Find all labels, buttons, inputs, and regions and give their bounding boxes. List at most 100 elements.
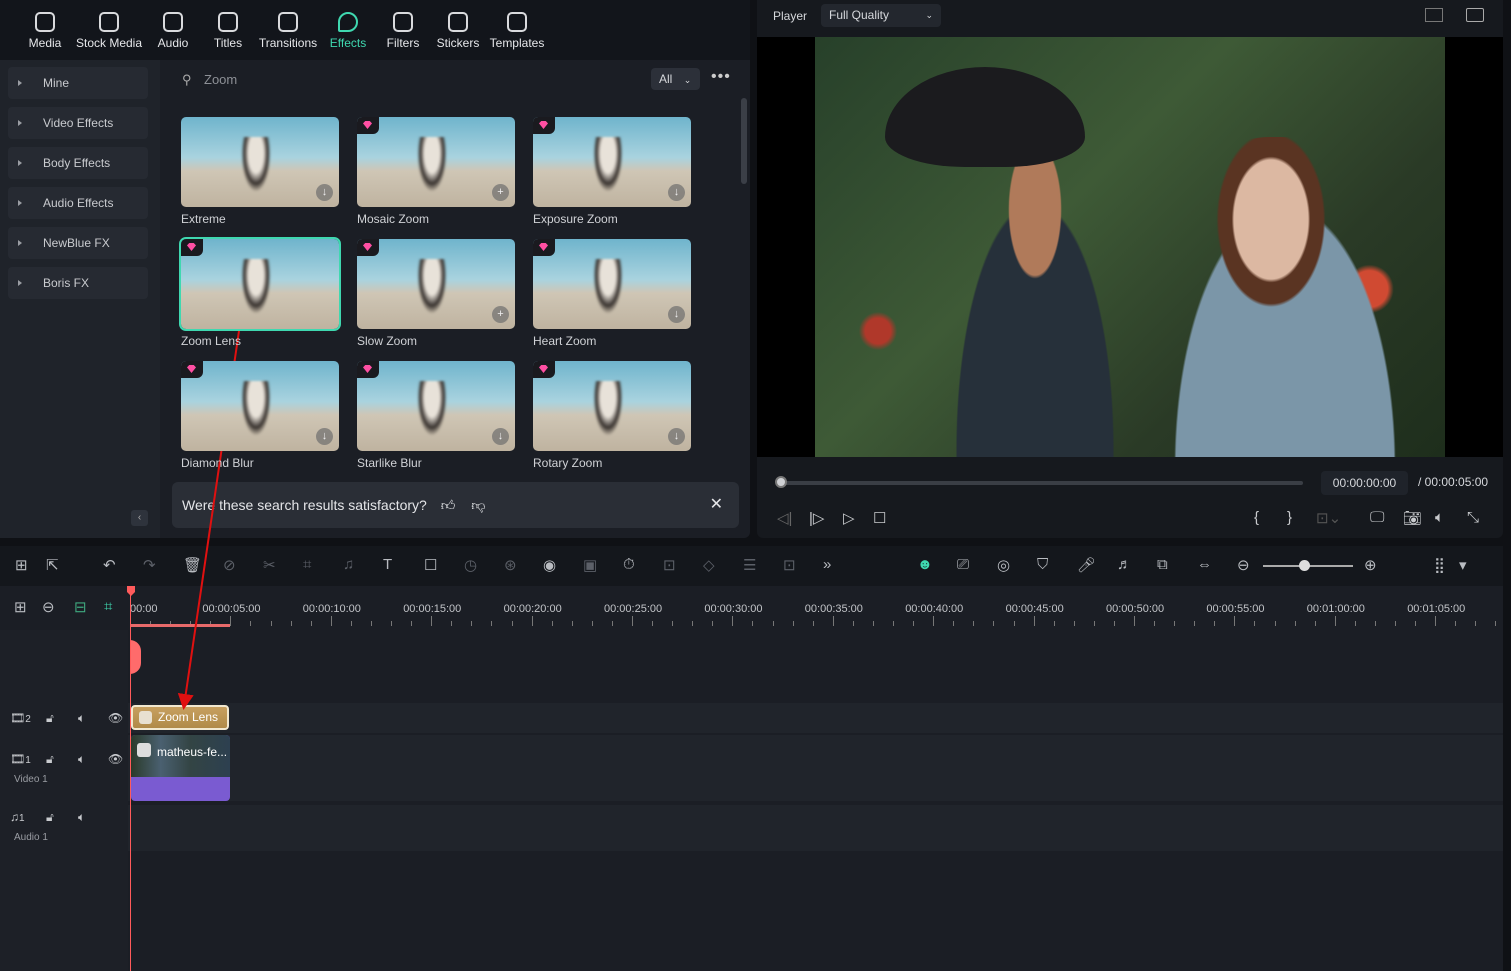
shape-icon[interactable]: ☐ [424, 556, 437, 574]
scrubber-handle[interactable] [775, 476, 787, 488]
layout-icon[interactable] [1425, 8, 1443, 22]
ai-copilot-icon[interactable]: ☻ [917, 556, 933, 573]
nav-tab-media[interactable]: Media [10, 12, 80, 50]
nav-tab-stock-media[interactable]: Stock Media [74, 12, 144, 50]
play-icon[interactable]: ▷ [843, 509, 855, 527]
music-list-icon[interactable]: ♬ [1117, 556, 1132, 573]
download-icon[interactable]: ↓ [668, 428, 685, 445]
effect-card[interactable]: + [357, 117, 515, 207]
adjust-icon[interactable]: ☰ [743, 556, 756, 574]
sidebar-item-audio-effects[interactable]: Audio Effects [8, 187, 148, 219]
timer-icon[interactable]: ⏱︎ [623, 556, 635, 573]
lock-icon[interactable]: 🔓︎ [46, 810, 54, 825]
effect-clip-zoom-lens[interactable]: Zoom Lens [131, 705, 229, 730]
collapse-sidebar-button[interactable]: ‹ [131, 510, 148, 526]
keyframe-icon[interactable]: ◇ [703, 556, 715, 574]
grid-icon[interactable]: ⊞ [15, 556, 28, 574]
ai-text-icon[interactable]: ⊡ [783, 556, 796, 574]
mark-in-icon[interactable]: { [1254, 509, 1259, 526]
chevron-down-icon[interactable]: ▾ [1459, 556, 1467, 574]
volume-icon[interactable]: 🔈︎ [78, 810, 85, 825]
nav-tab-templates[interactable]: Templates [482, 12, 552, 50]
previous-frame-icon[interactable]: ◁| [777, 509, 792, 527]
snapshot-icon[interactable]: 📷︎ [1403, 509, 1422, 527]
mic-icon[interactable]: 🎤︎ [1077, 556, 1096, 574]
download-icon[interactable]: ↓ [316, 428, 333, 445]
zoom-slider-handle[interactable] [1299, 560, 1310, 571]
effect-card[interactable]: ↓ [181, 361, 339, 451]
ai-audio-icon[interactable]: ◉ [543, 556, 556, 574]
text-icon[interactable]: T [383, 556, 392, 573]
crop-icon[interactable]: ⌗ [303, 556, 311, 573]
effect-card[interactable]: ↓ [357, 361, 515, 451]
download-icon[interactable]: ↓ [668, 306, 685, 323]
thumbs-up-icon[interactable]: 👍︎ [441, 497, 456, 513]
layout-grid-icon[interactable]: ⣿ [1434, 556, 1445, 574]
playback-scrubber[interactable] [780, 481, 1303, 485]
current-timecode[interactable]: 00:00:00:00 [1321, 471, 1408, 495]
add-icon[interactable]: + [492, 306, 509, 323]
scope-icon[interactable] [1466, 8, 1484, 22]
more-options-icon[interactable]: ••• [711, 68, 731, 86]
effect-card[interactable]: + [357, 239, 515, 329]
sidebar-item-video-effects[interactable]: Video Effects [8, 107, 148, 139]
zoom-in-icon[interactable]: ⊕ [1364, 556, 1377, 574]
ai-cutout-icon[interactable]: ⊘ [223, 556, 236, 574]
zoom-frame-icon[interactable]: ⊡ [663, 556, 676, 574]
redo-icon[interactable]: ↷ [143, 556, 156, 574]
download-icon[interactable]: ↓ [668, 184, 685, 201]
undo-icon[interactable]: ↶ [103, 556, 116, 574]
scrollbar[interactable] [741, 98, 747, 184]
eye-icon[interactable]: 👁︎ [108, 711, 123, 725]
effect-card[interactable]: ↓ [533, 361, 691, 451]
quality-dropdown[interactable]: Full Quality ⌄ [821, 4, 941, 27]
lock-icon[interactable]: 🔓︎ [46, 711, 54, 726]
playhead[interactable] [130, 588, 131, 971]
camera-icon[interactable]: ⎚ [957, 556, 969, 573]
fit-icon[interactable]: ⇔ [1197, 556, 1212, 573]
render-icon[interactable]: ◎ [997, 556, 1010, 574]
download-icon[interactable]: ↓ [316, 184, 333, 201]
stop-icon[interactable]: ☐ [873, 509, 886, 527]
next-frame-icon[interactable]: |▷ [809, 509, 824, 527]
mark-out-icon[interactable]: } [1287, 509, 1292, 526]
magnet-icon[interactable]: ⊟ [74, 598, 87, 616]
snap-icon[interactable]: ⌗ [104, 598, 112, 615]
timeline-ruler[interactable]: 00:00 00:00:05:00 00:00:10:00 00:00:15:00 00… [130, 590, 1503, 630]
video-clip[interactable]: matheus-fe... [131, 735, 230, 801]
add-icon[interactable]: + [492, 184, 509, 201]
shield-icon[interactable]: ⛉ [1037, 556, 1048, 573]
link-icon[interactable]: ⊖ [42, 598, 55, 616]
add-track-icon[interactable]: ⊞ [14, 598, 27, 616]
replace-icon[interactable]: ⧉ [1157, 556, 1168, 573]
volume-icon[interactable]: 🔈︎ [1435, 509, 1444, 526]
volume-icon[interactable]: 🔈︎ [78, 711, 85, 726]
insert-icon[interactable]: ⊡⌄ [1316, 509, 1341, 527]
eye-icon[interactable]: 👁︎ [108, 752, 123, 766]
thumbs-down-icon[interactable]: 👎︎ [471, 497, 485, 513]
zoom-out-icon[interactable]: ⊖ [1237, 556, 1250, 574]
sidebar-item-mine[interactable]: Mine [8, 67, 148, 99]
select-icon[interactable]: ⇱ [46, 556, 59, 574]
fullscreen-icon[interactable]: ⤡ [1467, 509, 1479, 526]
display-settings-icon[interactable]: 🖵︎ [1370, 509, 1384, 526]
delete-icon[interactable]: 🗑︎ [183, 556, 202, 574]
sidebar-item-body-effects[interactable]: Body Effects [8, 147, 148, 179]
filter-dropdown[interactable]: All ⌄ [651, 68, 700, 90]
sidebar-item-newblue-fx[interactable]: NewBlue FX [8, 227, 148, 259]
download-icon[interactable]: ↓ [492, 428, 509, 445]
effect-card[interactable]: ↓ [533, 117, 691, 207]
volume-icon[interactable]: 🔈︎ [78, 752, 85, 767]
effect-card[interactable] [179, 237, 341, 331]
cut-icon[interactable]: ✂ [263, 556, 276, 574]
audio-edit-icon[interactable]: ♫ [343, 556, 354, 573]
sticker-icon[interactable]: ▣ [583, 556, 597, 574]
sidebar-item-boris-fx[interactable]: Boris FX [8, 267, 148, 299]
lock-icon[interactable]: 🔓︎ [46, 752, 54, 767]
more-tools-icon[interactable]: » [823, 556, 831, 573]
color-icon[interactable]: ⊛ [504, 556, 517, 574]
effect-card[interactable]: ↓ [533, 239, 691, 329]
close-icon[interactable]: ✕ [710, 482, 723, 528]
effect-card[interactable]: ↓ [181, 117, 339, 207]
speed-icon[interactable]: ◷ [464, 556, 477, 574]
